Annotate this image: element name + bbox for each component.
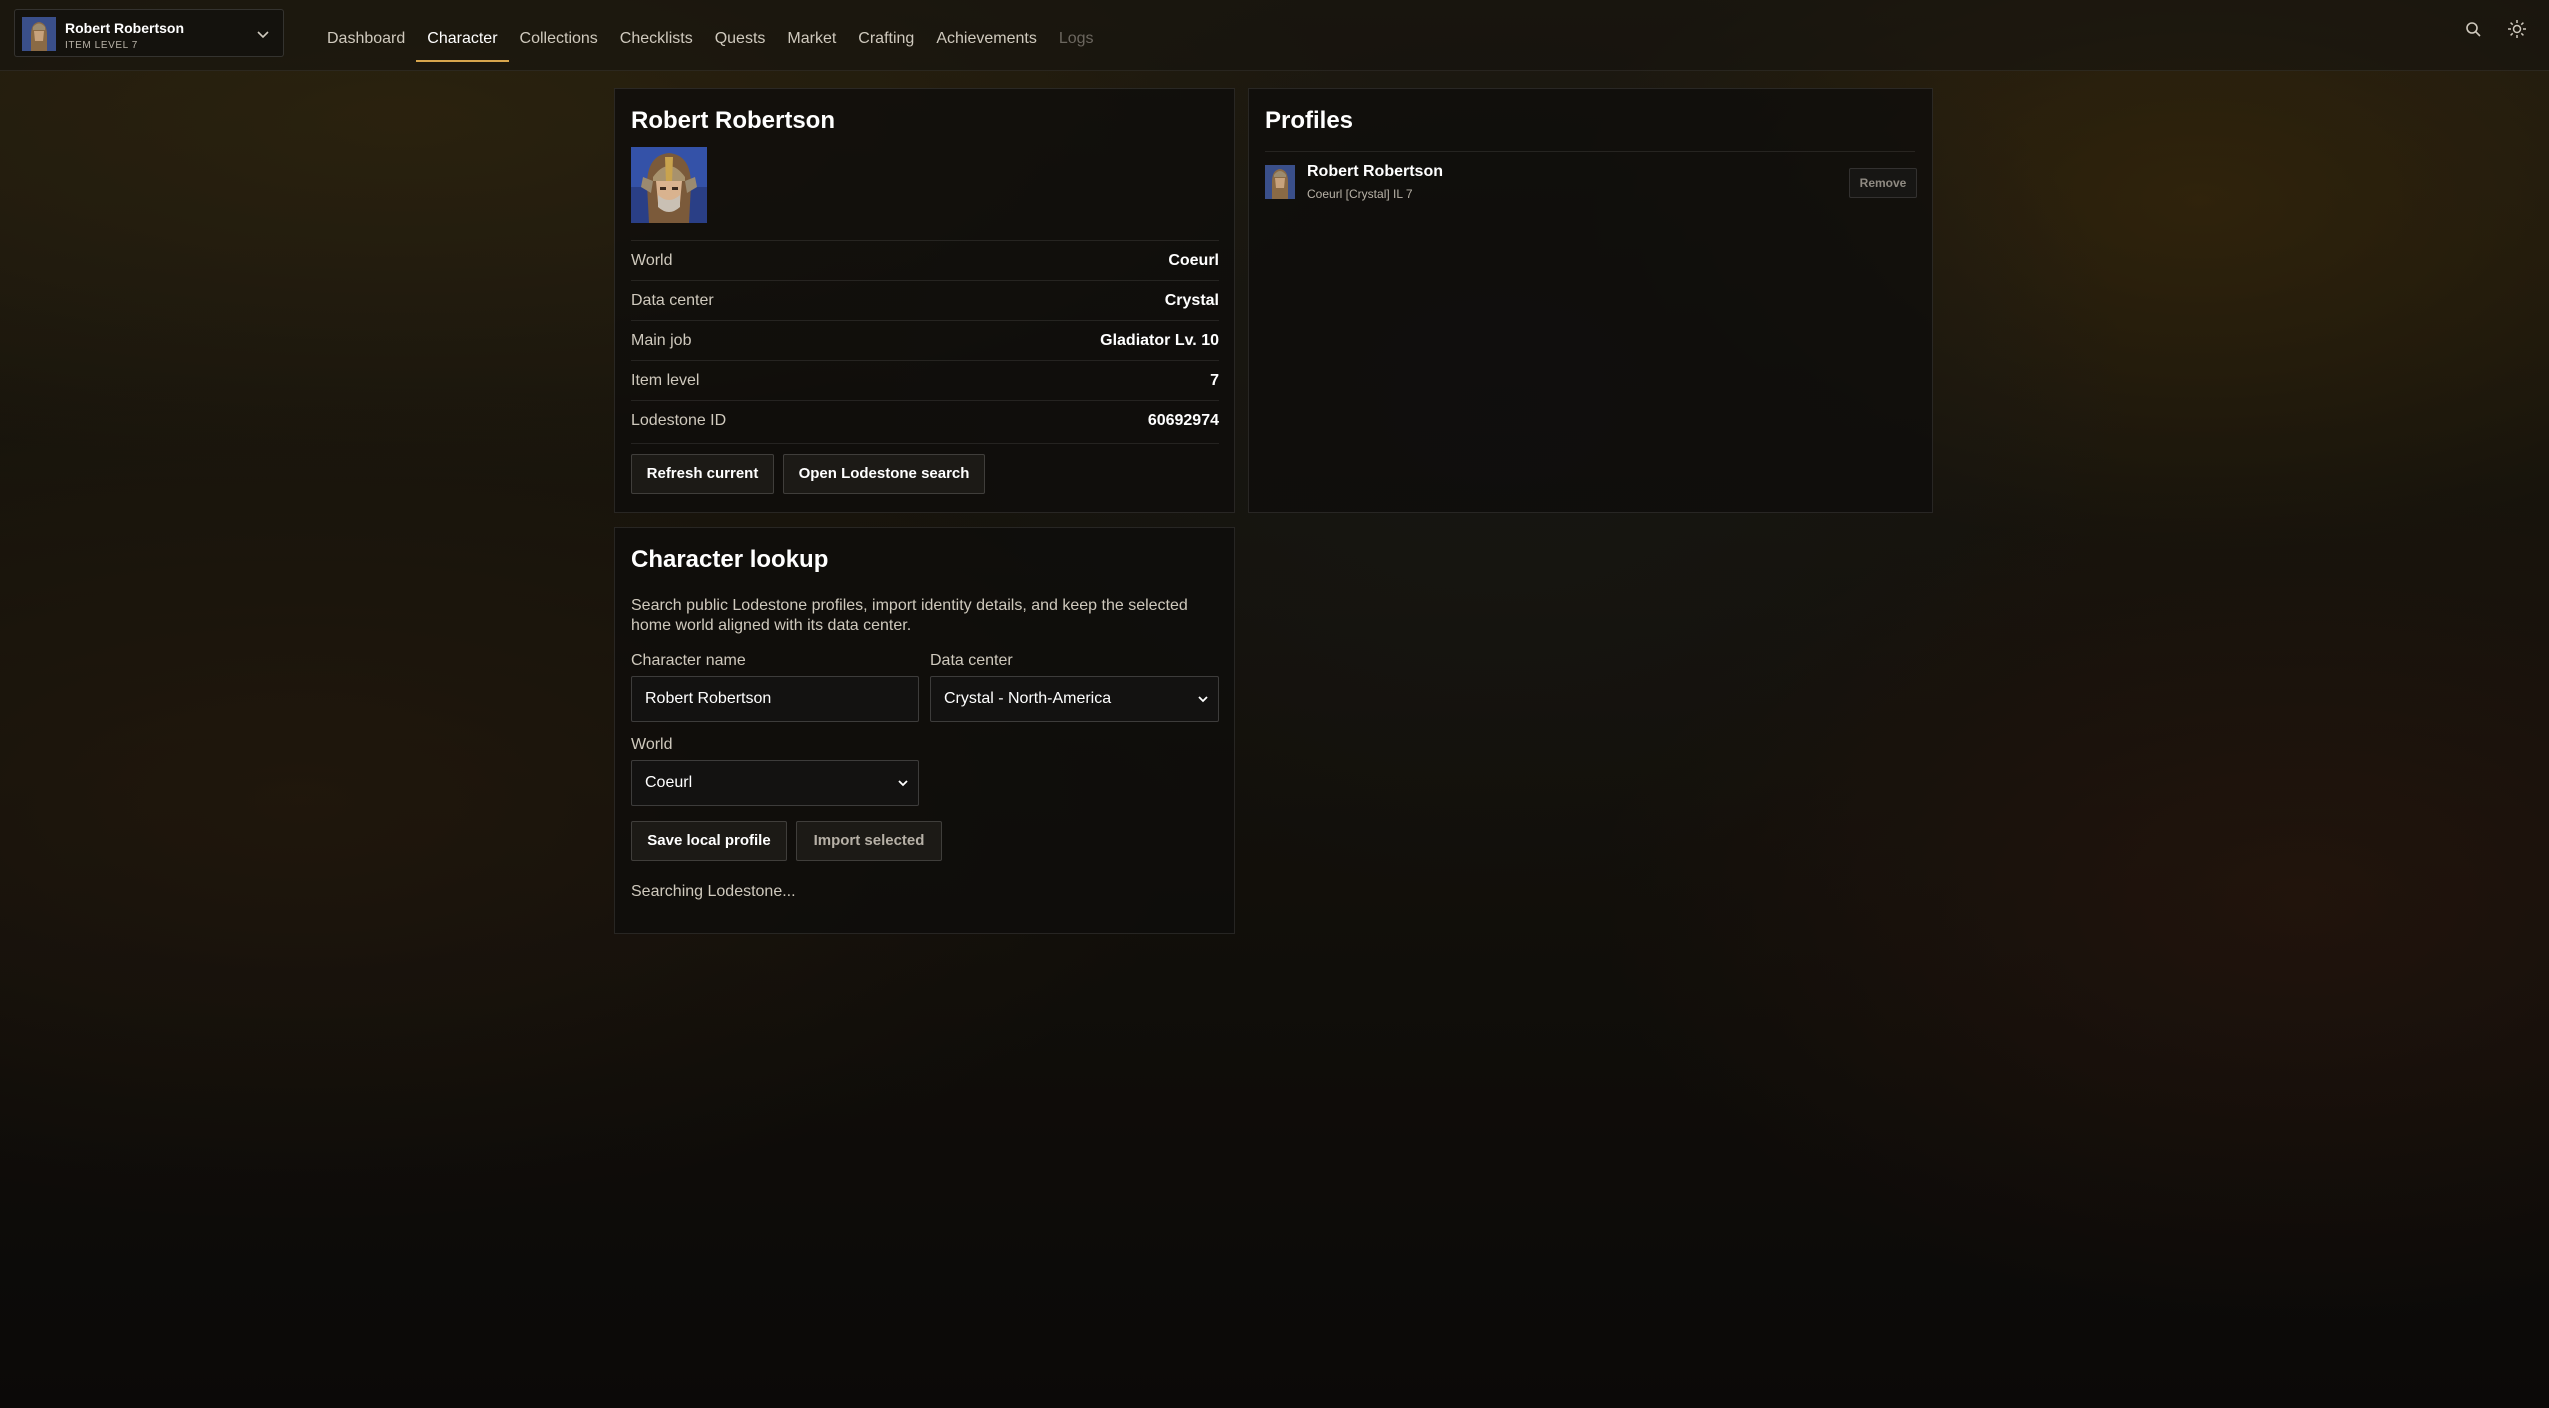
character-lookup-panel: Character lookup Search public Lodestone… <box>614 527 1235 934</box>
search-icon[interactable] <box>2462 18 2484 40</box>
tab-quests[interactable]: Quests <box>704 0 777 70</box>
chevron-down-icon <box>1198 696 1208 703</box>
detail-row-world: World Coeurl <box>631 240 1219 281</box>
tab-dashboard[interactable]: Dashboard <box>316 0 416 70</box>
world-label: World <box>631 736 673 753</box>
character-avatar <box>22 17 56 51</box>
profiles-panel: Profiles Robert Robertson Coeurl [Crysta… <box>1248 88 1933 513</box>
detail-row-item-level: Item level 7 <box>631 360 1219 401</box>
data-center-label: Data center <box>930 652 1013 669</box>
main-nav: Dashboard Character Collections Checklis… <box>316 0 1105 70</box>
refresh-current-button[interactable]: Refresh current <box>631 454 774 494</box>
chevron-down-icon <box>257 31 269 39</box>
character-card: Robert Robertson World Coeurl Data cente… <box>614 88 1235 513</box>
character-name: Robert Robertson <box>65 20 184 36</box>
open-lodestone-search-button[interactable]: Open Lodestone search <box>783 454 985 494</box>
data-center-selected: Crystal - North-America <box>944 690 1112 707</box>
tab-collections[interactable]: Collections <box>509 0 609 70</box>
data-center-select[interactable]: Crystal - North-America <box>930 676 1219 722</box>
lookup-status-text: Searching Lodestone... <box>631 883 796 900</box>
detail-label: Item level <box>631 372 700 389</box>
profile-name: Robert Robertson <box>1307 163 1443 180</box>
tab-achievements[interactable]: Achievements <box>925 0 1048 70</box>
theme-sun-icon[interactable] <box>2506 18 2528 40</box>
detail-value: 7 <box>1210 372 1219 389</box>
tab-checklists[interactable]: Checklists <box>609 0 704 70</box>
detail-value: Gladiator Lv. 10 <box>1100 332 1219 349</box>
item-level-label: ITEM LEVEL 7 <box>65 40 138 51</box>
character-name-input[interactable]: Robert Robertson <box>631 676 919 722</box>
world-select[interactable]: Coeurl <box>631 760 919 806</box>
tab-character[interactable]: Character <box>416 0 509 70</box>
detail-label: World <box>631 252 673 269</box>
detail-value: 60692974 <box>1147 412 1219 429</box>
profile-list-item[interactable]: Robert Robertson Coeurl [Crystal] IL 7 <box>1265 161 1915 211</box>
tab-logs: Logs <box>1058 30 1094 47</box>
top-navigation-bar: Robert Robertson ITEM LEVEL 7 Dashboard … <box>0 0 2549 71</box>
detail-value: Crystal <box>1164 292 1219 309</box>
import-selected-button[interactable]: Import selected <box>796 821 942 861</box>
save-local-profile-button[interactable]: Save local profile <box>631 821 787 861</box>
detail-row-main-job: Main job Gladiator Lv. 10 <box>631 320 1219 361</box>
profiles-title: Profiles <box>1265 107 1354 134</box>
detail-row-lodestone-id: Lodestone ID 60692974 <box>631 400 1219 444</box>
character-switcher[interactable]: Robert Robertson ITEM LEVEL 7 <box>14 9 284 57</box>
world-selected: Coeurl <box>645 774 693 791</box>
detail-label: Data center <box>631 292 714 309</box>
profiles-divider <box>1265 151 1915 152</box>
character-portrait <box>631 147 707 223</box>
lookup-title: Character lookup <box>631 546 829 573</box>
remove-profile-button[interactable]: Remove <box>1849 168 1917 198</box>
chevron-down-icon <box>898 780 908 787</box>
character-card-title: Robert Robertson <box>631 107 835 134</box>
character-name-label: Character name <box>631 652 746 669</box>
tab-crafting[interactable]: Crafting <box>847 0 925 70</box>
lookup-description: Search public Lodestone profiles, import… <box>631 597 1188 634</box>
tab-market[interactable]: Market <box>776 0 847 70</box>
detail-label: Main job <box>631 332 692 349</box>
detail-value: Coeurl <box>1168 252 1219 269</box>
detail-row-data-center: Data center Crystal <box>631 280 1219 321</box>
profile-subtitle: Coeurl [Crystal] IL 7 <box>1307 187 1413 201</box>
profile-avatar <box>1265 165 1295 199</box>
detail-label: Lodestone ID <box>631 412 727 429</box>
